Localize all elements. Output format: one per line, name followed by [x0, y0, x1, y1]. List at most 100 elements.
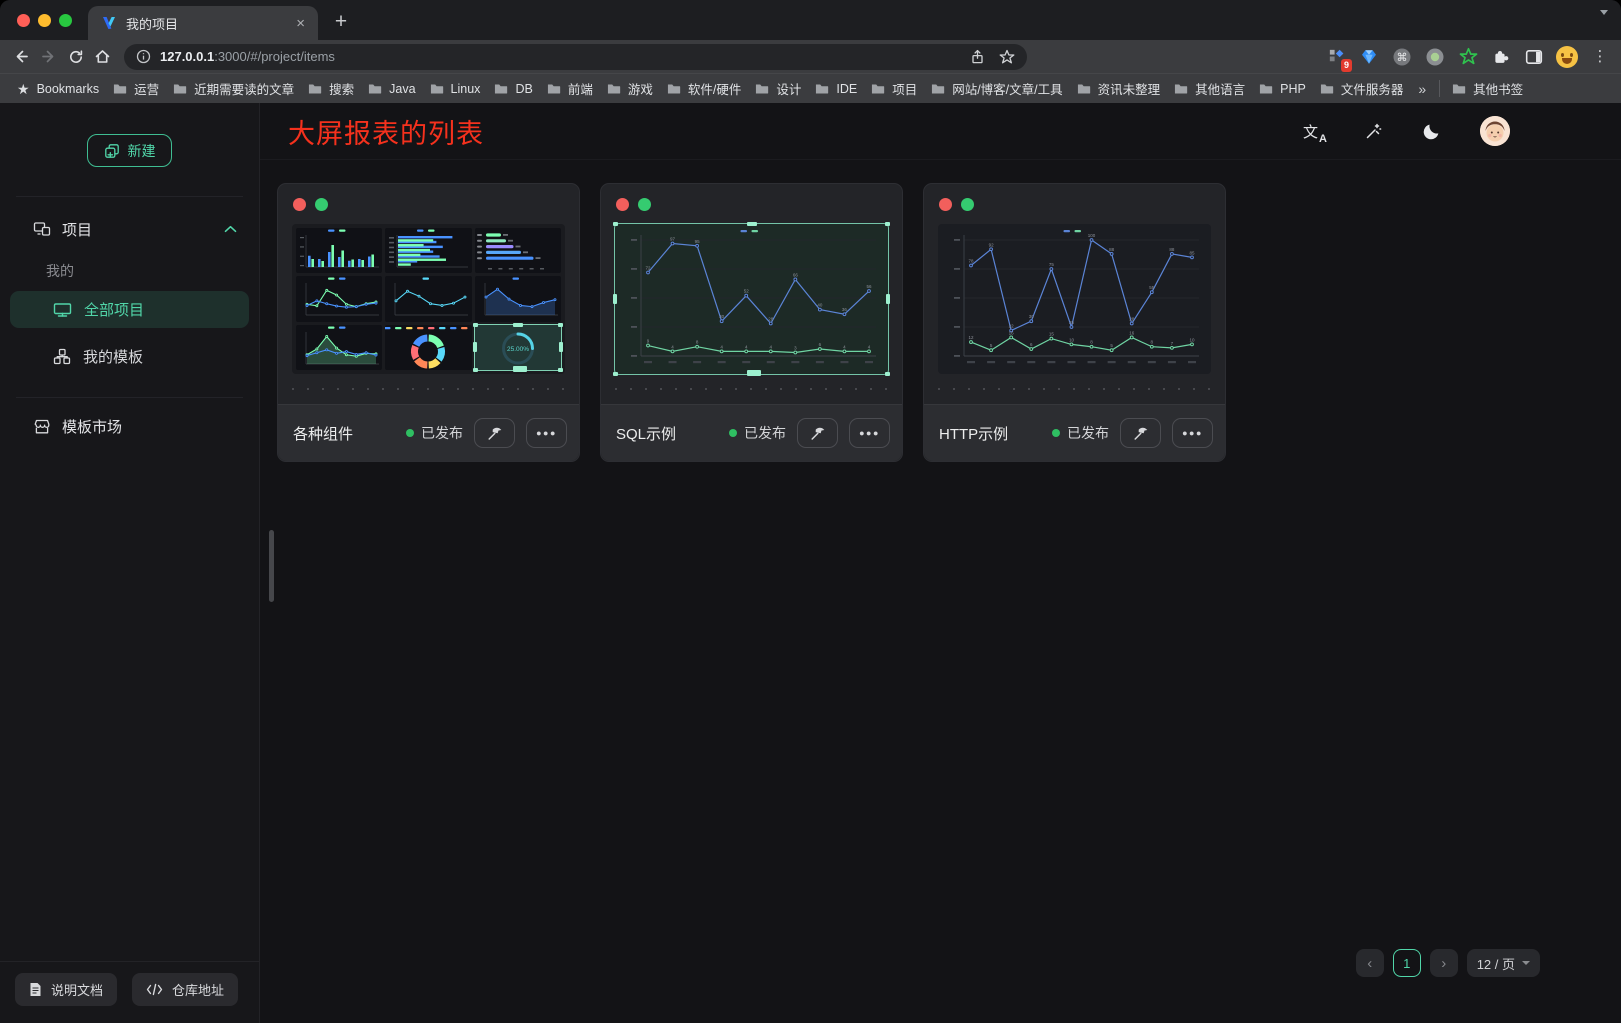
new-project-label: 新建	[128, 141, 156, 161]
extensions-puzzle-button[interactable]	[1490, 46, 1512, 68]
extension-blocks-icon[interactable]: 9	[1325, 46, 1347, 68]
side-panel-button[interactable]	[1523, 46, 1545, 68]
window-minimize-button[interactable]	[38, 14, 51, 27]
template-icon	[53, 348, 71, 365]
bookmark-folder[interactable]: DB	[487, 79, 539, 99]
bookmarks-manager[interactable]: ★Bookmarks	[10, 79, 106, 99]
ellipsis-icon: ●●●	[536, 428, 557, 438]
hammer-icon	[1132, 425, 1149, 442]
address-bar[interactable]: 127.0.0.1:3000/#/project/items	[124, 44, 1027, 70]
ellipsis-icon: ●●●	[1182, 428, 1203, 438]
theme-color-button[interactable]	[1364, 122, 1383, 141]
user-avatar[interactable]	[1480, 116, 1510, 146]
bookmarks-bar: ★Bookmarks 运营 近期需要读的文章 搜索 Java Linux DB …	[0, 73, 1621, 103]
edit-project-button[interactable]	[797, 418, 838, 448]
magic-wand-icon	[1364, 122, 1383, 141]
back-button[interactable]	[8, 43, 35, 70]
page-size-select[interactable]: 12 / 页	[1467, 949, 1540, 977]
bookmark-folder[interactable]: Java	[361, 79, 422, 99]
svg-text:28: 28	[1129, 317, 1135, 322]
sidebar-section-project[interactable]: 项目	[0, 213, 259, 245]
extensions-row: 9 ⌘ ⋮	[1045, 46, 1615, 68]
sidebar-item-template-market[interactable]: 模板市场	[0, 410, 259, 442]
bookmark-label: Java	[389, 82, 415, 96]
bookmark-folder[interactable]: 项目	[864, 76, 924, 101]
forward-button[interactable]	[35, 43, 62, 70]
reload-button[interactable]	[62, 43, 89, 70]
new-project-icon	[104, 143, 120, 159]
bookmark-folder[interactable]: PHP	[1252, 79, 1313, 99]
dotted-separator	[615, 388, 888, 390]
more-actions-button[interactable]: ●●●	[849, 418, 890, 448]
browser-menu-button[interactable]: ⋮	[1589, 46, 1611, 68]
share-icon[interactable]	[970, 49, 985, 65]
profile-emoji-icon	[1556, 46, 1578, 68]
pagination-page-1[interactable]: 1	[1393, 949, 1421, 977]
bookmark-folder[interactable]: 文件服务器	[1313, 76, 1411, 101]
extension-gem-icon[interactable]	[1358, 46, 1380, 68]
bookmark-folder[interactable]: 网站/博客/文章/工具	[924, 76, 1069, 101]
red-dot-icon	[939, 198, 952, 211]
scrollbar-thumb[interactable]	[269, 530, 274, 602]
project-card[interactable]: 25.00% 各种组件 已发布 ●●●	[277, 183, 580, 462]
new-project-button[interactable]: 新建	[87, 134, 172, 167]
chevron-down-icon	[1522, 961, 1530, 965]
sidebar-item-my-templates[interactable]: 我的模板	[10, 338, 249, 375]
bookmark-star-icon[interactable]	[999, 49, 1015, 65]
bookmark-folder[interactable]: IDE	[808, 79, 864, 99]
bookmarks-overflow-button[interactable]: »	[1410, 81, 1434, 97]
profile-avatar-button[interactable]	[1556, 46, 1578, 68]
repo-button[interactable]: 仓库地址	[132, 973, 238, 1006]
more-actions-button[interactable]: ●●●	[526, 418, 567, 448]
extension-star-icon[interactable]	[1457, 46, 1479, 68]
mini-chart	[385, 276, 471, 321]
bookmark-folder[interactable]: 搜索	[301, 76, 361, 101]
extension-record-icon[interactable]	[1424, 46, 1446, 68]
browser-tab[interactable]: 我的项目 ×	[88, 6, 318, 40]
more-actions-button[interactable]: ●●●	[1172, 418, 1213, 448]
bookmark-folder[interactable]: 其他语言	[1167, 76, 1252, 101]
bookmark-folder[interactable]: Linux	[423, 79, 488, 99]
svg-text:100: 100	[1088, 233, 1096, 238]
site-info-icon[interactable]	[136, 49, 151, 64]
project-card[interactable]: 729795305228664036569484443644 SQL示例 已发布…	[600, 183, 903, 462]
folder-icon	[173, 82, 187, 95]
bookmark-folder[interactable]: 资讯未整理	[1070, 76, 1168, 101]
avatar-image	[1480, 116, 1510, 146]
docs-button[interactable]: 说明文档	[15, 973, 117, 1006]
bookmark-folder[interactable]: 游戏	[600, 76, 660, 101]
card-status-dots	[924, 184, 1225, 211]
tab-strip: 我的项目 × +	[0, 0, 1621, 40]
record-icon	[1425, 47, 1445, 67]
edit-project-button[interactable]	[1120, 418, 1161, 448]
svg-text:88: 88	[1169, 247, 1175, 252]
bookmark-label: 文件服务器	[1341, 79, 1404, 98]
language-button[interactable]: 文A	[1303, 121, 1325, 142]
extension-command-icon[interactable]: ⌘	[1391, 46, 1413, 68]
sidebar-item-all-projects[interactable]: 全部项目	[10, 291, 249, 328]
window-zoom-button[interactable]	[59, 14, 72, 27]
pagination: ‹ 1 › 12 / 页	[1356, 949, 1540, 977]
window-close-button[interactable]	[17, 14, 30, 27]
bookmark-folder[interactable]: 运营	[106, 76, 166, 101]
folder-icon	[308, 82, 322, 95]
pagination-prev-button[interactable]: ‹	[1356, 949, 1384, 977]
new-tab-button[interactable]: +	[326, 7, 356, 37]
svg-text:22: 22	[1009, 323, 1015, 328]
chevron-up-icon	[224, 225, 237, 233]
dark-mode-toggle[interactable]	[1422, 122, 1441, 141]
home-button[interactable]	[89, 43, 116, 70]
tab-search-button[interactable]	[1600, 15, 1608, 33]
other-bookmarks-folder[interactable]: 其他书签	[1445, 76, 1530, 101]
bookmark-folder[interactable]: 软件/硬件	[660, 76, 748, 101]
bookmark-folder[interactable]: 近期需要读的文章	[166, 76, 301, 101]
project-card[interactable]: 7892223075251008828558885125166151085168…	[923, 183, 1226, 462]
edit-project-button[interactable]	[474, 418, 515, 448]
extension-badge: 9	[1341, 59, 1352, 72]
svg-text:75: 75	[1049, 262, 1055, 267]
bookmark-folder[interactable]: 前端	[540, 76, 600, 101]
tab-close-icon[interactable]: ×	[293, 15, 308, 32]
pagination-next-button[interactable]: ›	[1430, 949, 1458, 977]
bookmark-folder[interactable]: 设计	[748, 76, 808, 101]
bookmark-label: 其他语言	[1195, 79, 1245, 98]
